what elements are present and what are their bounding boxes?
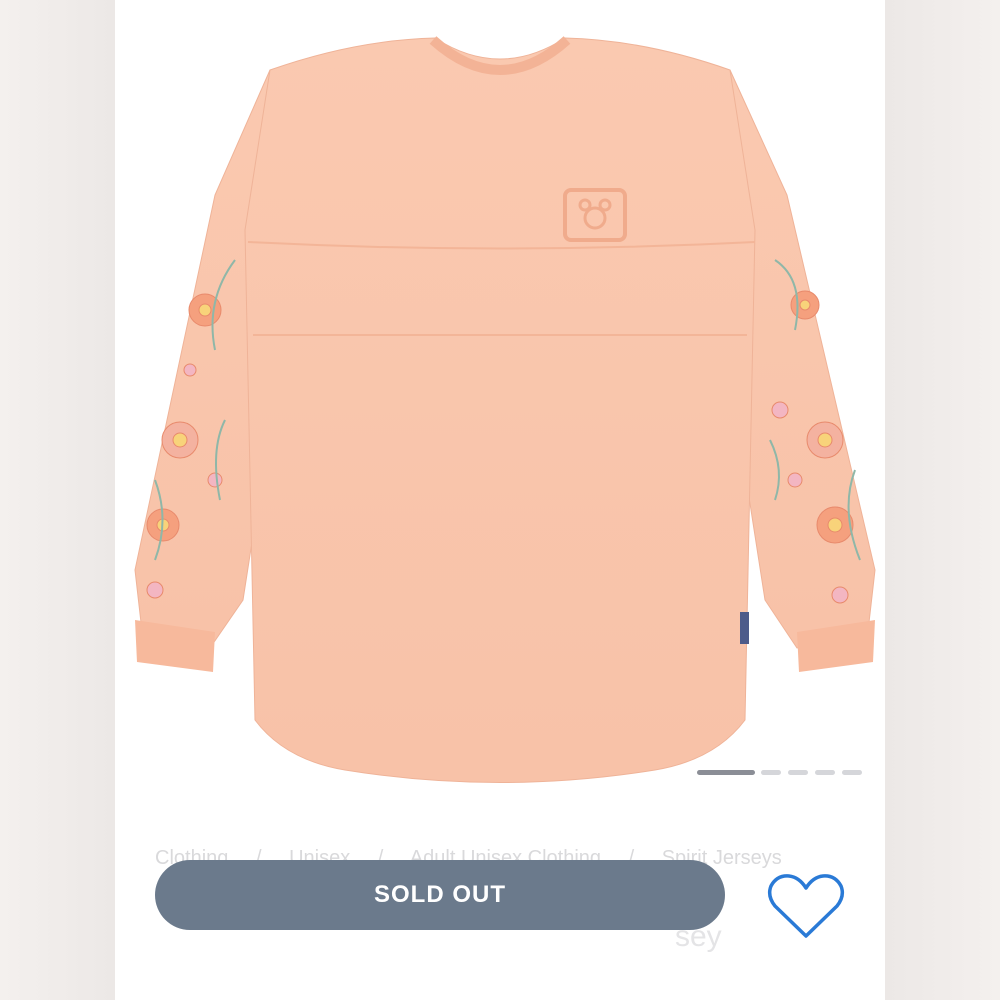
left-background-blur [0,0,115,1000]
product-info: Clothing / Unisex / Adult Unisex Clothin… [115,805,885,1000]
carousel-dot-3[interactable] [788,770,808,775]
carousel-dot-5[interactable] [842,770,862,775]
product-image [134,36,876,783]
right-background-blur [885,0,1000,1000]
carousel-dot-4[interactable] [815,770,835,775]
product-image-carousel[interactable] [115,0,885,805]
product-page: Clothing / Unisex / Adult Unisex Clothin… [115,0,885,1000]
heart-outline-icon[interactable] [765,872,847,942]
carousel-dot-1[interactable] [697,770,755,775]
sold-out-button[interactable]: SOLD OUT [155,860,725,930]
carousel-dot-2[interactable] [761,770,781,775]
